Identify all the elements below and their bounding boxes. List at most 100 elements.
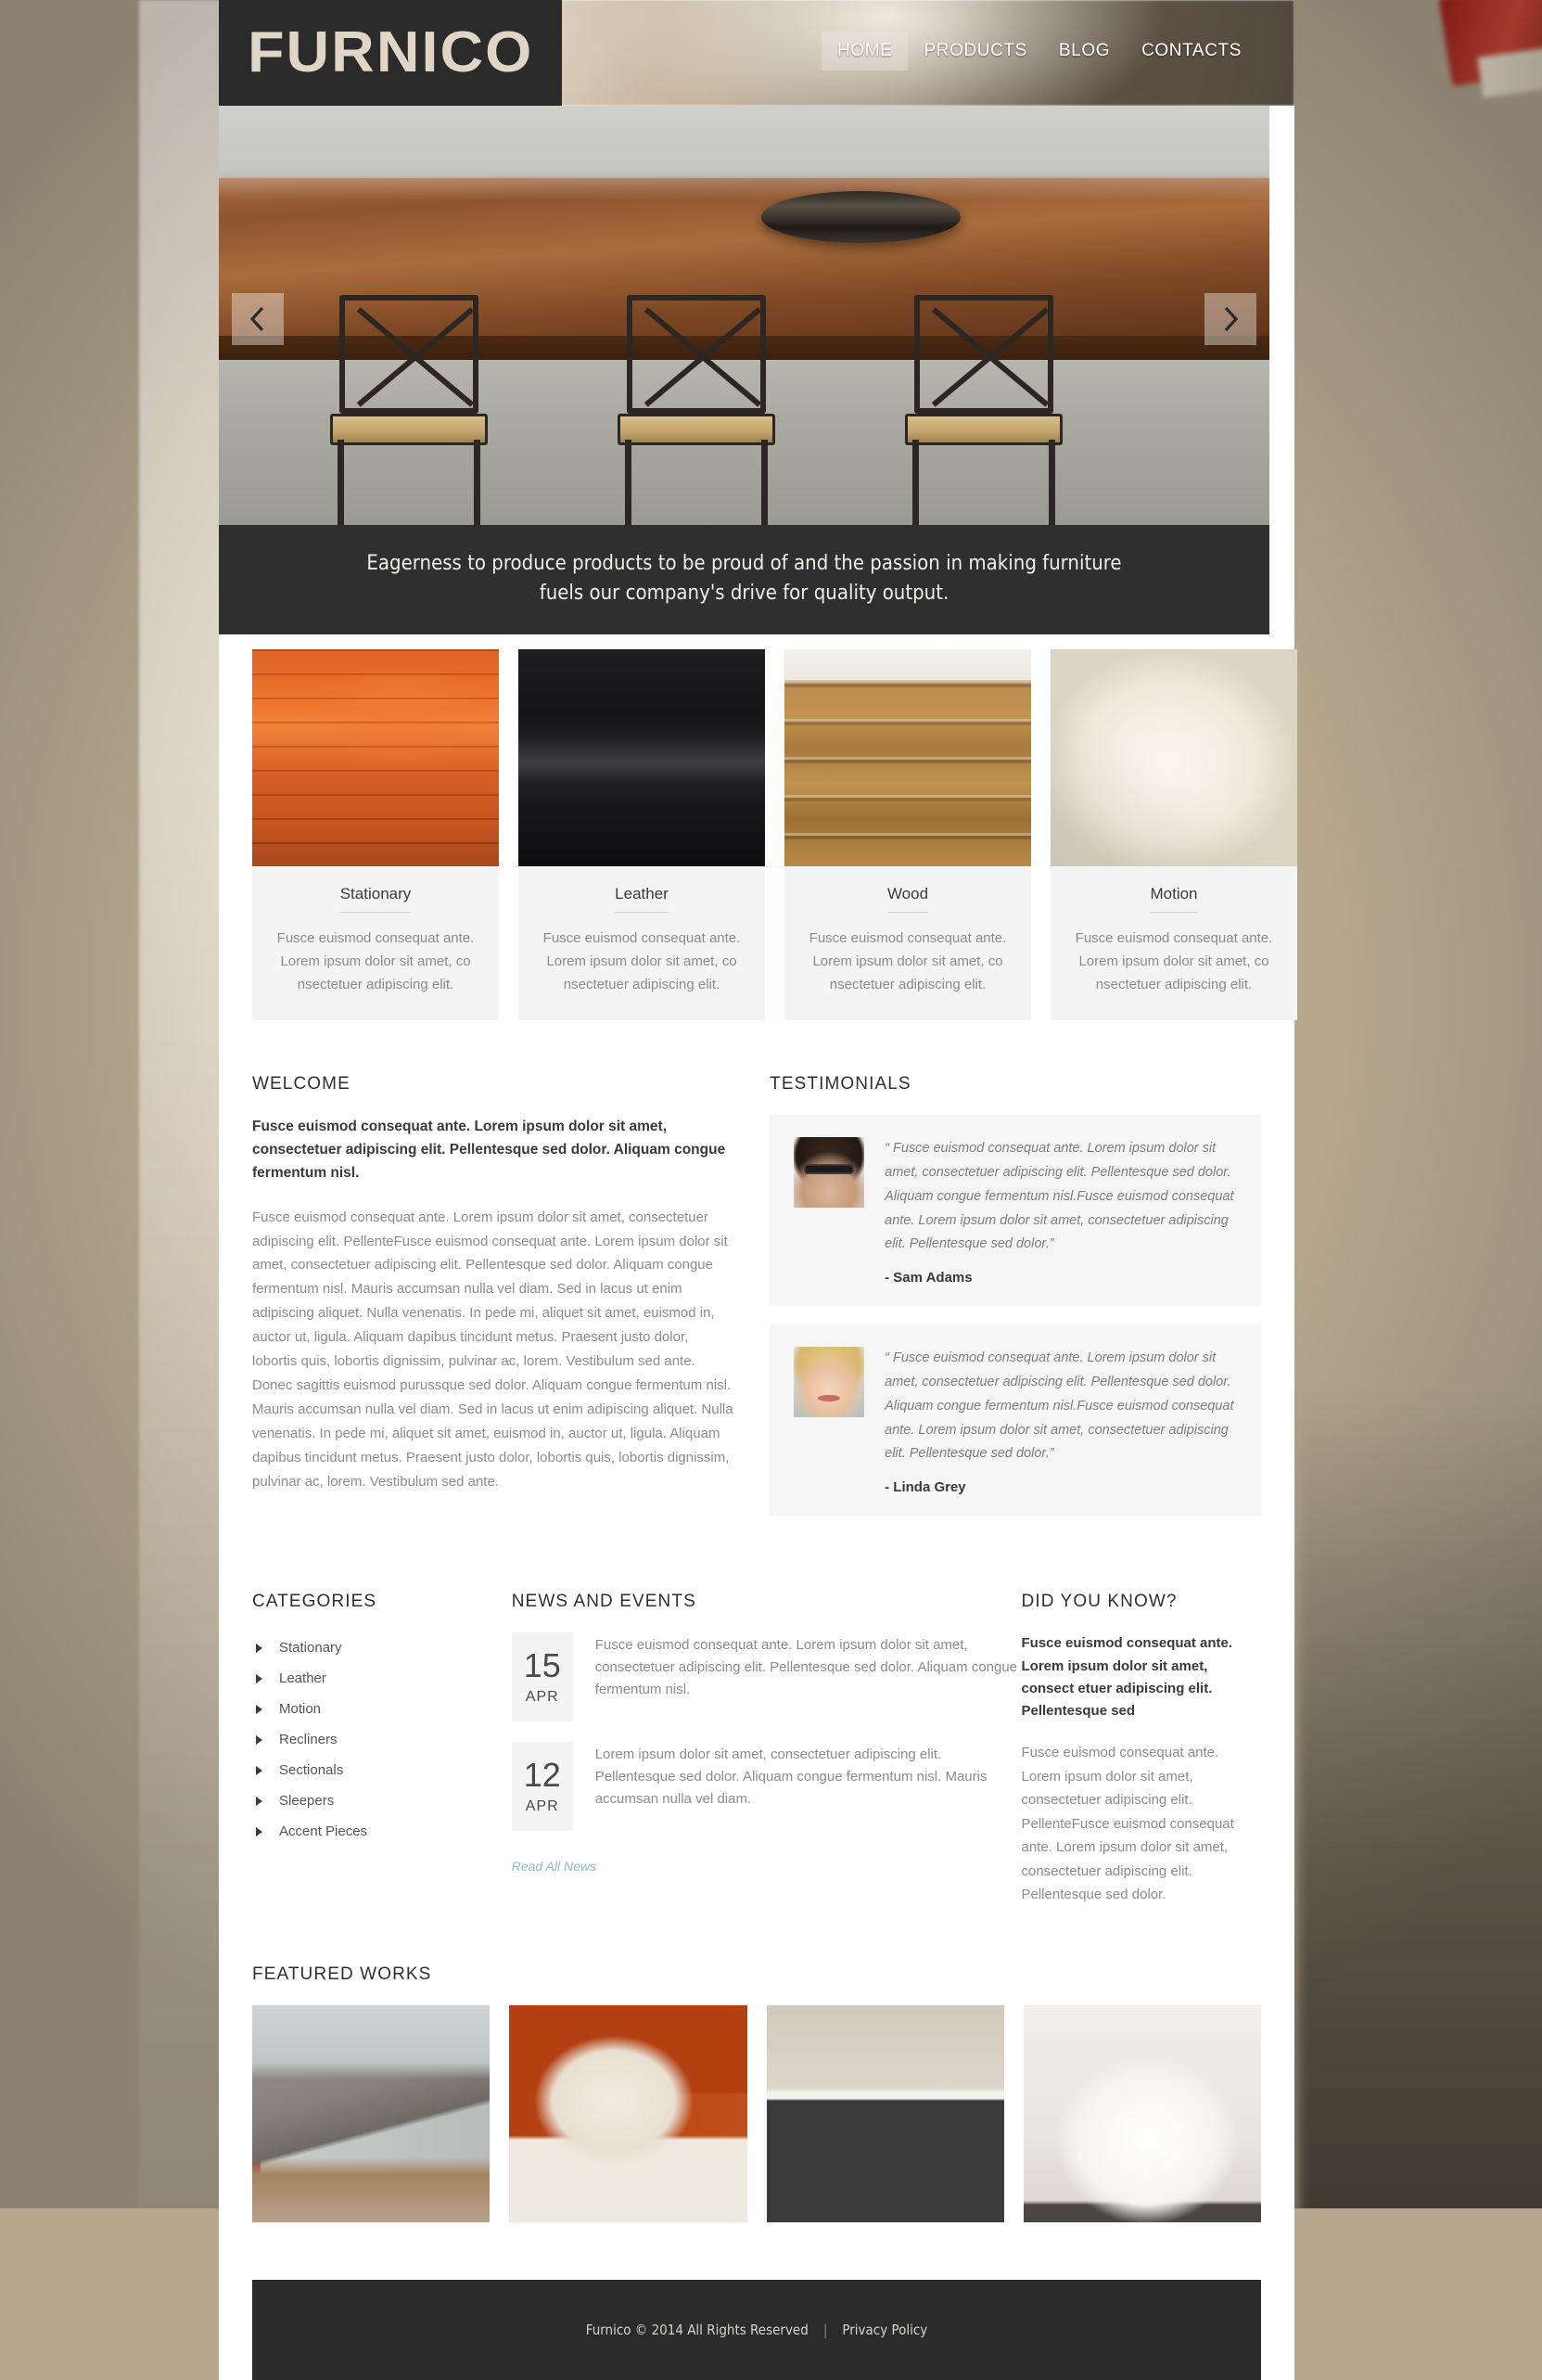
news-column: NEWS AND EVENTS 15 APR Fusce euismod con… (511, 1592, 1022, 1907)
list-item[interactable]: Accent Pieces (252, 1816, 512, 1847)
did-you-know-lead: Fusce euismod consequat ante. Lorem ipsu… (1021, 1635, 1233, 1720)
featured-works-section: FEATURED WORKS (219, 1907, 1294, 2222)
main-navigation: HOME PRODUCTS BLOG CONTACTS (822, 32, 1257, 70)
category-card-image[interactable] (784, 649, 1031, 866)
list-item[interactable]: Sectionals (252, 1755, 512, 1785)
logo-text: FURNICO (247, 20, 534, 84)
slider-next-button[interactable] (1204, 293, 1256, 345)
category-label: Accent Pieces (279, 1823, 368, 1840)
category-card-body: Leather Fusce euismod consequat ante. Lo… (518, 866, 765, 1021)
testimonial-body: “ Fusce euismod consequat ante. Lorem ip… (885, 1347, 1237, 1495)
category-card-title: Leather (615, 885, 669, 913)
site-logo[interactable]: FURNICO (219, 0, 562, 106)
category-card-image[interactable] (252, 649, 499, 866)
nav-item-products[interactable]: PRODUCTS (908, 32, 1042, 70)
welcome-heading: WELCOME (252, 1074, 350, 1094)
testimonial-item: “ Fusce euismod consequat ante. Lorem ip… (770, 1115, 1261, 1307)
did-you-know-heading: DID YOU KNOW? (1021, 1592, 1178, 1612)
category-card-image[interactable] (1051, 649, 1297, 866)
slider-viewport (219, 106, 1269, 532)
slider-chair (330, 293, 488, 525)
category-card-body: Wood Fusce euismod consequat ante. Lorem… (784, 866, 1031, 1021)
did-you-know-body: Fusce euismod consequat ante. Lorem ipsu… (1021, 1745, 1234, 1903)
category-card-image[interactable] (518, 649, 765, 866)
slider-caption: Eagerness to produce products to be prou… (219, 525, 1269, 634)
news-heading: NEWS AND EVENTS (511, 1592, 696, 1612)
welcome-lead: Fusce euismod consequat ante. Lorem ipsu… (252, 1119, 726, 1182)
categories-column: CATEGORIES Stationary Leather Motion Rec… (252, 1592, 512, 1907)
site-footer: Furnico © 2014 All Rights Reserved | Pri… (252, 2279, 1261, 2380)
testimonial-item: “ Fusce euismod consequat ante. Lorem ip… (770, 1324, 1261, 1516)
news-month: APR (525, 1798, 559, 1814)
triangle-bullet-icon (256, 1704, 262, 1714)
triangle-bullet-icon (256, 1673, 262, 1683)
chevron-left-icon (249, 306, 264, 332)
category-label: Recliners (279, 1732, 338, 1748)
category-card-motion[interactable]: Motion Fusce euismod consequat ante. Lor… (1051, 649, 1297, 1021)
slider-chair (905, 293, 1063, 525)
testimonial-body: “ Fusce euismod consequat ante. Lorem ip… (885, 1137, 1237, 1286)
footer-separator: | (822, 2321, 828, 2338)
featured-works-row (252, 2004, 1261, 2222)
category-card-title: Motion (1150, 885, 1198, 913)
slider-chair (618, 293, 775, 525)
featured-work-thumbnail[interactable] (252, 2004, 491, 2222)
slider-prev-button[interactable] (232, 293, 284, 345)
category-card-text: Fusce euismod consequat ante. Lorem ipsu… (276, 930, 475, 992)
triangle-bullet-icon (256, 1643, 262, 1653)
news-day: 12 (523, 1755, 561, 1794)
list-item[interactable]: Leather (252, 1663, 512, 1694)
privacy-policy-link[interactable]: Privacy Policy (842, 2322, 927, 2338)
category-label: Motion (279, 1701, 322, 1718)
testimonial-quote: “ Fusce euismod consequat ante. Lorem ip… (885, 1350, 1234, 1462)
slider-bowl (761, 191, 961, 243)
category-card-title: Stationary (339, 885, 412, 913)
category-card-wood[interactable]: Wood Fusce euismod consequat ante. Lorem… (784, 649, 1031, 1021)
category-label: Stationary (279, 1640, 342, 1657)
news-month: APR (525, 1688, 559, 1705)
testimonials-heading: TESTIMONIALS (770, 1074, 911, 1094)
chevron-right-icon (1224, 306, 1239, 332)
hero-slider: Eagerness to produce products to be prou… (219, 106, 1269, 634)
welcome-column: WELCOME Fusce euismod consequat ante. Lo… (252, 1074, 736, 1534)
triangle-bullet-icon (256, 1826, 262, 1836)
featured-work-thumbnail[interactable] (1023, 2004, 1261, 2222)
avatar (794, 1347, 865, 1418)
list-item[interactable]: Recliners (252, 1724, 512, 1755)
testimonial-author: - Sam Adams (885, 1270, 973, 1286)
category-card-title: Wood (886, 885, 929, 913)
category-card-text: Fusce euismod consequat ante. Lorem ipsu… (542, 930, 741, 992)
triangle-bullet-icon (256, 1734, 262, 1745)
categories-heading: CATEGORIES (252, 1592, 377, 1612)
category-cards-row: Stationary Fusce euismod consequat ante.… (219, 634, 1297, 1021)
slider-image (219, 106, 1269, 532)
categories-list: Stationary Leather Motion Recliners Sect… (252, 1632, 512, 1847)
featured-work-thumbnail[interactable] (766, 2004, 1004, 2222)
news-text: Lorem ipsum dolor sit amet, consectetuer… (594, 1747, 988, 1808)
nav-item-contacts[interactable]: CONTACTS (1126, 32, 1257, 70)
list-item[interactable]: Motion (252, 1694, 512, 1724)
read-all-news-link[interactable]: Read All News (512, 1859, 596, 1874)
nav-item-home[interactable]: HOME (822, 32, 909, 70)
triangle-bullet-icon (256, 1796, 262, 1806)
featured-works-heading: FEATURED WORKS (252, 1964, 432, 1984)
featured-work-thumbnail[interactable] (509, 2004, 747, 2222)
site-header: FURNICO HOME PRODUCTS BLOG CONTACTS (219, 0, 1294, 106)
category-label: Sleepers (279, 1793, 335, 1810)
nav-item-blog[interactable]: BLOG (1043, 32, 1126, 70)
category-label: Sectionals (279, 1762, 344, 1779)
testimonials-column: TESTIMONIALS “ Fusce euismod consequat a… (770, 1074, 1261, 1534)
triangle-bullet-icon (256, 1765, 262, 1775)
welcome-body: Fusce euismod consequat ante. Lorem ipsu… (252, 1209, 733, 1490)
category-card-body: Stationary Fusce euismod consequat ante.… (252, 866, 499, 1021)
news-text: Fusce euismod consequat ante. Lorem ipsu… (594, 1637, 1018, 1698)
avatar (794, 1137, 865, 1209)
news-item[interactable]: 12 APR Lorem ipsum dolor sit amet, conse… (511, 1742, 1022, 1832)
news-date-badge: 12 APR (511, 1742, 573, 1832)
news-item[interactable]: 15 APR Fusce euismod consequat ante. Lor… (511, 1632, 1022, 1722)
category-card-stationary[interactable]: Stationary Fusce euismod consequat ante.… (252, 649, 499, 1021)
list-item[interactable]: Stationary (252, 1632, 512, 1663)
list-item[interactable]: Sleepers (252, 1785, 512, 1816)
category-card-leather[interactable]: Leather Fusce euismod consequat ante. Lo… (518, 649, 765, 1021)
testimonial-quote: “ Fusce euismod consequat ante. Lorem ip… (885, 1141, 1234, 1252)
